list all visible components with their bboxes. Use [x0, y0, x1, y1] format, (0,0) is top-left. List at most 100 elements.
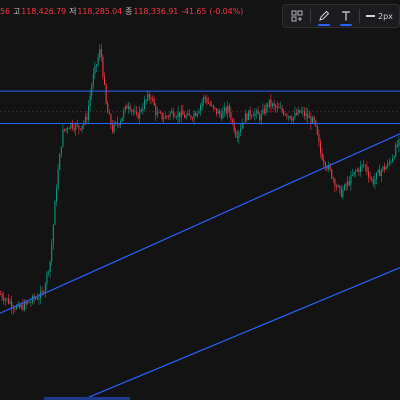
candle-body: [9, 302, 11, 304]
candle-body: [139, 109, 141, 119]
candle-body: [339, 185, 341, 189]
candle-body: [124, 105, 126, 111]
candle-body: [308, 116, 310, 118]
line-width-button[interactable]: 2px: [364, 7, 395, 25]
candle-body: [102, 57, 104, 77]
line-color-button[interactable]: [315, 7, 333, 26]
price-chart[interactable]: [0, 0, 400, 400]
candle-body: [88, 105, 90, 120]
open-value: 56: [0, 6, 10, 16]
candle-body: [340, 188, 342, 197]
candle-body: [275, 105, 277, 108]
candle-body: [68, 128, 70, 129]
line-width-icon: [366, 15, 375, 17]
candle-body: [307, 113, 309, 118]
candle-body: [214, 107, 216, 109]
candle-body: [395, 144, 397, 157]
candle-body: [244, 113, 246, 123]
candle-body: [252, 115, 254, 117]
candle-body: [51, 244, 53, 262]
candle-body: [281, 107, 283, 112]
candle-body: [324, 162, 326, 167]
candle-body: [65, 128, 67, 131]
candle-body: [384, 166, 386, 170]
candle-body: [6, 298, 8, 300]
candle-body: [206, 98, 208, 103]
candle-body: [118, 123, 120, 125]
candle-body: [382, 166, 384, 171]
candle-body: [376, 172, 378, 180]
candle-body: [49, 261, 51, 272]
chart-pane[interactable]: 56 고 118,426.79 저 118,285.04 종 118,336.9…: [0, 0, 400, 400]
candle-body: [302, 110, 304, 112]
candle-body: [280, 107, 282, 109]
candle-body: [254, 112, 256, 116]
candle-body: [240, 128, 242, 133]
candle-body: [169, 112, 171, 117]
candle-body: [204, 97, 206, 99]
candle-body: [126, 105, 128, 109]
candle-body: [92, 73, 94, 86]
candle-body: [148, 94, 150, 98]
candle-body: [334, 179, 336, 187]
candle-body: [44, 284, 46, 294]
low-value: 118,285.04: [77, 6, 123, 16]
candle-body: [316, 125, 318, 135]
candle-body: [232, 119, 234, 122]
candle-body: [182, 110, 184, 115]
change-percent: (-0.04%): [209, 6, 244, 16]
candle-body: [268, 99, 270, 107]
candle-body: [4, 299, 6, 301]
candle-body: [89, 95, 91, 106]
candle-body: [97, 57, 99, 65]
candle-body: [246, 113, 248, 121]
text-color-button[interactable]: [337, 7, 355, 26]
candle-body: [0, 294, 2, 295]
candle-body: [216, 108, 218, 114]
high-value: 118,426.79: [21, 6, 67, 16]
candle-body: [158, 112, 160, 114]
candle-body: [28, 302, 30, 303]
candle-body: [185, 115, 187, 118]
candle-body: [36, 298, 38, 300]
candle-body: [155, 105, 157, 116]
candle-body: [276, 106, 278, 108]
candle-body: [297, 109, 299, 115]
candle-body: [396, 144, 398, 147]
candle-body: [153, 98, 155, 106]
candle-body: [24, 302, 26, 311]
candle-body: [174, 116, 176, 118]
drawing-floating-toolbar[interactable]: 2px: [282, 4, 400, 28]
candle-body: [108, 112, 110, 115]
candle-body: [193, 113, 195, 119]
candle-body: [76, 124, 78, 126]
candle-body: [145, 99, 147, 101]
candles-layer: [0, 43, 400, 315]
candle-body: [291, 118, 293, 121]
candle-body: [251, 115, 253, 117]
candle-body: [366, 165, 368, 172]
candle-body: [156, 112, 158, 116]
candle-body: [217, 110, 219, 114]
text-T-icon: [342, 11, 350, 21]
candle-body: [35, 298, 37, 300]
candle-body: [273, 103, 275, 106]
candle-body: [342, 189, 344, 197]
candle-body: [163, 118, 165, 120]
candle-body: [152, 98, 154, 100]
candle-body: [374, 179, 376, 185]
candle-body: [267, 104, 269, 107]
trend-channel-lower-line[interactable]: [75, 267, 400, 400]
candle-body: [352, 174, 354, 176]
candle-body: [164, 116, 166, 119]
candle-body: [25, 302, 27, 304]
candle-body: [73, 128, 75, 130]
candle-body: [137, 113, 139, 119]
text-color-swatch: [340, 24, 352, 26]
candle-body: [387, 162, 389, 167]
high-label: 고: [12, 6, 21, 16]
candle-body: [388, 162, 390, 164]
candle-body: [105, 84, 107, 104]
templates-button[interactable]: [288, 7, 306, 25]
candle-body: [353, 171, 355, 175]
